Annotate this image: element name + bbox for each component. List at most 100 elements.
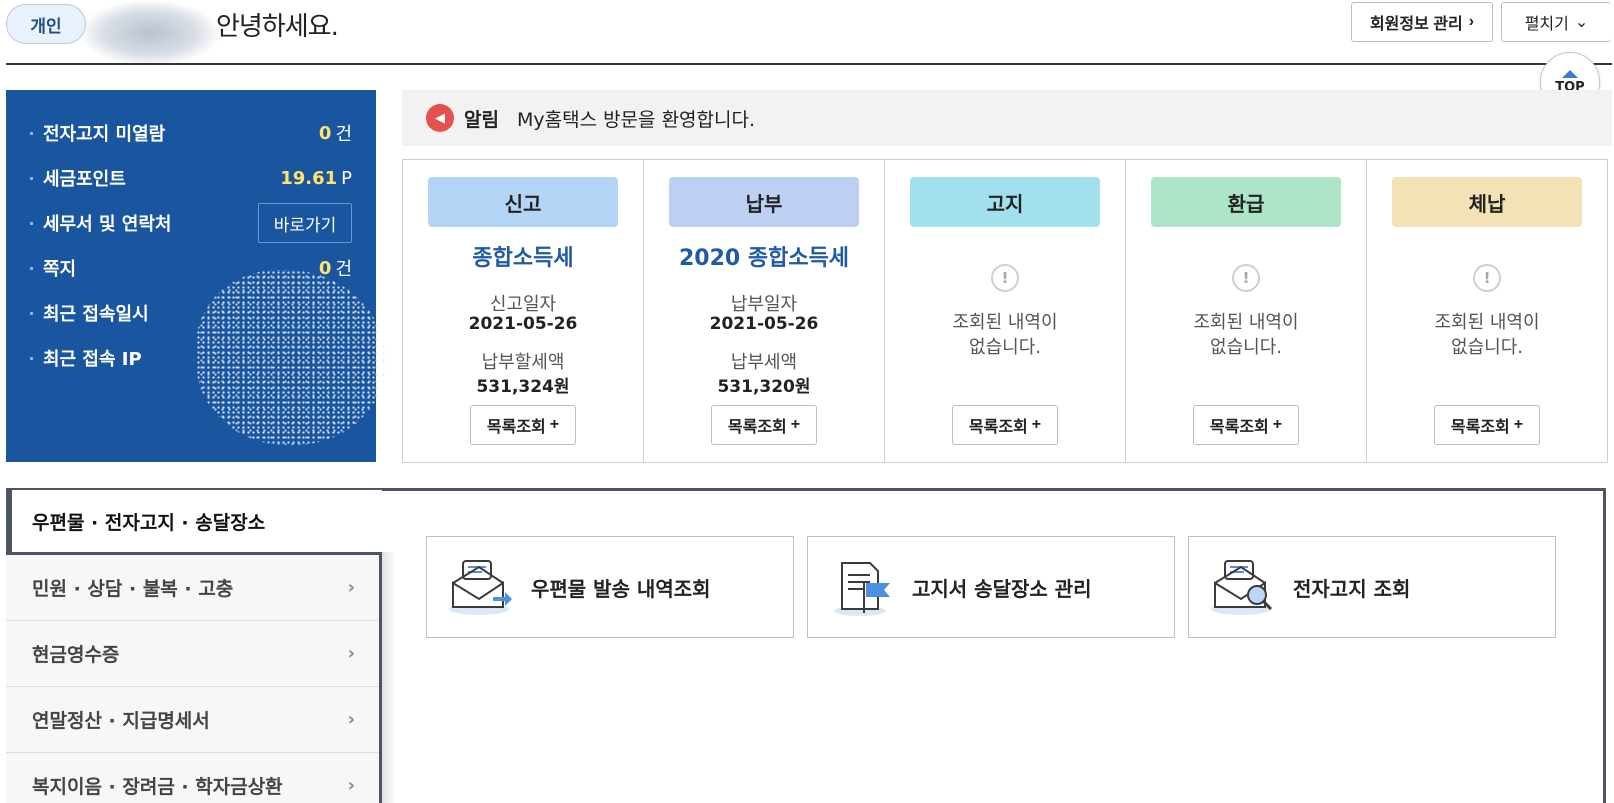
megaphone-icon: ◀ <box>426 104 454 132</box>
card-notice-list-button[interactable]: 목록조회 + <box>952 405 1058 445</box>
card-report: 신고 종합소득세 신고일자 2021-05-26 납부할세액 531,324원 … <box>403 160 644 462</box>
chevron-right-icon: › <box>347 643 355 664</box>
message-count[interactable]: 0 <box>319 258 332 279</box>
card-report-list-button[interactable]: 목록조회 + <box>470 405 576 445</box>
card-refund: 환급 ! 조회된 내역이 없습니다. 목록조회 + <box>1126 160 1367 462</box>
tax-point-row[interactable]: 세금포인트 19.61 P <box>30 163 352 193</box>
card-payment-header: 납부 <box>669 177 859 227</box>
card-notice-empty-text: 조회된 내역이 없습니다. <box>952 312 1058 358</box>
card-report-amount-value: 531,324원 <box>476 377 570 397</box>
tile-e-notice[interactable]: 전자고지 조회 <box>1188 536 1556 638</box>
chevron-right-icon: › <box>1468 13 1475 30</box>
card-arrears-empty-text: 조회된 내역이 없습니다. <box>1434 312 1540 358</box>
bullet-icon <box>30 131 33 135</box>
member-info-manage-label: 회원정보 관리 <box>1369 16 1463 33</box>
card-report-date-value: 2021-05-26 <box>468 314 578 334</box>
exclamation-icon: ! <box>991 264 1019 292</box>
tax-point-value[interactable]: 19.61 <box>280 168 337 189</box>
menu-item-cash-receipt[interactable]: 현금영수증 › <box>6 621 379 687</box>
tile-mail-history[interactable]: 우편물 발송 내역조회 <box>426 536 794 638</box>
unread-e-notice-label: 전자고지 미열람 <box>43 124 166 145</box>
menu-shadow <box>382 552 396 803</box>
plus-icon: + <box>549 416 560 433</box>
card-refund-header: 환급 <box>1151 177 1341 227</box>
exclamation-icon: ! <box>1473 264 1501 292</box>
plus-icon: + <box>1513 416 1524 433</box>
card-refund-list-button[interactable]: 목록조회 + <box>1193 405 1299 445</box>
card-report-subject[interactable]: 종합소득세 <box>403 240 643 272</box>
mail-send-icon <box>449 560 512 615</box>
list-button-label: 목록조회 <box>1450 419 1510 436</box>
tax-status-cards: 신고 종합소득세 신고일자 2021-05-26 납부할세액 531,324원 … <box>402 159 1608 463</box>
menu-item-label: 민원 · 상담 · 불복 · 고충 <box>32 578 234 600</box>
bullet-icon <box>30 176 33 180</box>
member-info-manage-button[interactable]: 회원정보 관리 › <box>1351 2 1493 42</box>
unread-e-notice-row[interactable]: 전자고지 미열람 0 건 <box>30 118 352 148</box>
list-button-label: 목록조회 <box>486 419 546 436</box>
card-arrears-list-button[interactable]: 목록조회 + <box>1434 405 1540 445</box>
list-button-label: 목록조회 <box>727 419 787 436</box>
arrow-up-icon <box>1562 69 1578 78</box>
card-payment: 납부 2020 종합소득세 납부일자 2021-05-26 납부세액 531,3… <box>644 160 885 462</box>
last-login-ip-row: 최근 접속 IP <box>30 343 352 373</box>
bullet-icon <box>30 356 33 360</box>
expand-label: 펼치기 <box>1524 16 1569 33</box>
card-arrears-header: 체납 <box>1392 177 1582 227</box>
chevron-right-icon: › <box>347 577 355 598</box>
menu-item-welfare[interactable]: 복지이음 · 장려금 · 학자금상환 › <box>6 753 379 803</box>
plus-icon: + <box>1031 416 1042 433</box>
last-login-time-row: 최근 접속일시 <box>30 298 352 328</box>
last-login-ip-label: 최근 접속 IP <box>43 349 142 370</box>
chevron-right-icon: › <box>347 775 355 796</box>
user-type-badge[interactable]: 개인 <box>6 4 86 44</box>
notice-bar: ◀ 알림 My홈택스 방문을 환영합니다. <box>402 90 1612 146</box>
message-row[interactable]: 쪽지 0 건 <box>30 253 352 283</box>
greeting-area: 개인 안녕하세요. <box>6 0 339 66</box>
unread-e-notice-unit: 건 <box>335 124 352 145</box>
card-report-header: 신고 <box>428 177 618 227</box>
list-button-label: 목록조회 <box>968 419 1028 436</box>
menu-item-year-end[interactable]: 연말정산 · 지급명세서 › <box>6 687 379 753</box>
user-info-panel: 전자고지 미열람 0 건 세금포인트 19.61 P 세무서 및 연락처 바로가… <box>6 90 386 462</box>
list-button-label: 목록조회 <box>1209 419 1269 436</box>
card-payment-date-label: 납부일자 <box>730 294 798 315</box>
plus-icon: + <box>1272 416 1283 433</box>
menu-item-label: 현금영수증 <box>32 644 120 666</box>
card-payment-subject[interactable]: 2020 종합소득세 <box>644 240 884 272</box>
card-payment-list-button[interactable]: 목록조회 + <box>711 405 817 445</box>
tile-mail-history-label: 우편물 발송 내역조회 <box>531 576 711 601</box>
bullet-icon <box>30 266 33 270</box>
tile-e-notice-label: 전자고지 조회 <box>1293 576 1411 601</box>
notice-title: 알림 <box>464 108 499 131</box>
unread-e-notice-count[interactable]: 0 <box>319 123 332 144</box>
message-label: 쪽지 <box>43 259 77 280</box>
mail-search-icon <box>1211 560 1273 615</box>
menu-item-label: 연말정산 · 지급명세서 <box>32 710 210 732</box>
tax-point-unit: P <box>341 167 352 189</box>
card-notice: 고지 ! 조회된 내역이 없습니다. 목록조회 + <box>885 160 1126 462</box>
tile-delivery-place[interactable]: 고지서 송달장소 관리 <box>807 536 1175 638</box>
card-report-date-label: 신고일자 <box>489 294 557 315</box>
exclamation-icon: ! <box>1232 264 1260 292</box>
card-notice-header: 고지 <box>910 177 1100 227</box>
chevron-down-icon: ⌄ <box>1574 14 1589 31</box>
card-payment-amount-label: 납부세액 <box>730 352 798 373</box>
menu-tab-mail-enotice[interactable]: 우편물 · 전자고지 · 송달장소 <box>6 490 382 552</box>
card-payment-date-value: 2021-05-26 <box>709 314 819 334</box>
plus-icon: + <box>790 416 801 433</box>
tax-office-label: 세무서 및 연락처 <box>43 214 172 235</box>
blurred-username <box>80 0 220 66</box>
card-arrears: 체납 ! 조회된 내역이 없습니다. 목록조회 + <box>1367 160 1607 462</box>
document-flag-icon <box>834 562 890 616</box>
service-menu-list: 민원 · 상담 · 불복 · 고충 › 현금영수증 › 연말정산 · 지급명세서… <box>6 552 382 803</box>
bullet-icon <box>30 311 33 315</box>
menu-item-label: 복지이음 · 장려금 · 학자금상환 <box>32 776 283 798</box>
card-refund-empty-text: 조회된 내역이 없습니다. <box>1193 312 1299 358</box>
expand-button[interactable]: 펼치기 ⌄ <box>1501 2 1611 42</box>
tax-office-go-button[interactable]: 바로가기 <box>258 203 352 243</box>
tax-office-row: 세무서 및 연락처 바로가기 <box>30 203 352 243</box>
menu-item-civil-petition[interactable]: 민원 · 상담 · 불복 · 고충 › <box>6 555 379 621</box>
last-login-time-label: 최근 접속일시 <box>43 304 149 325</box>
bullet-icon <box>30 221 33 225</box>
tile-delivery-place-label: 고지서 송달장소 관리 <box>912 576 1092 601</box>
